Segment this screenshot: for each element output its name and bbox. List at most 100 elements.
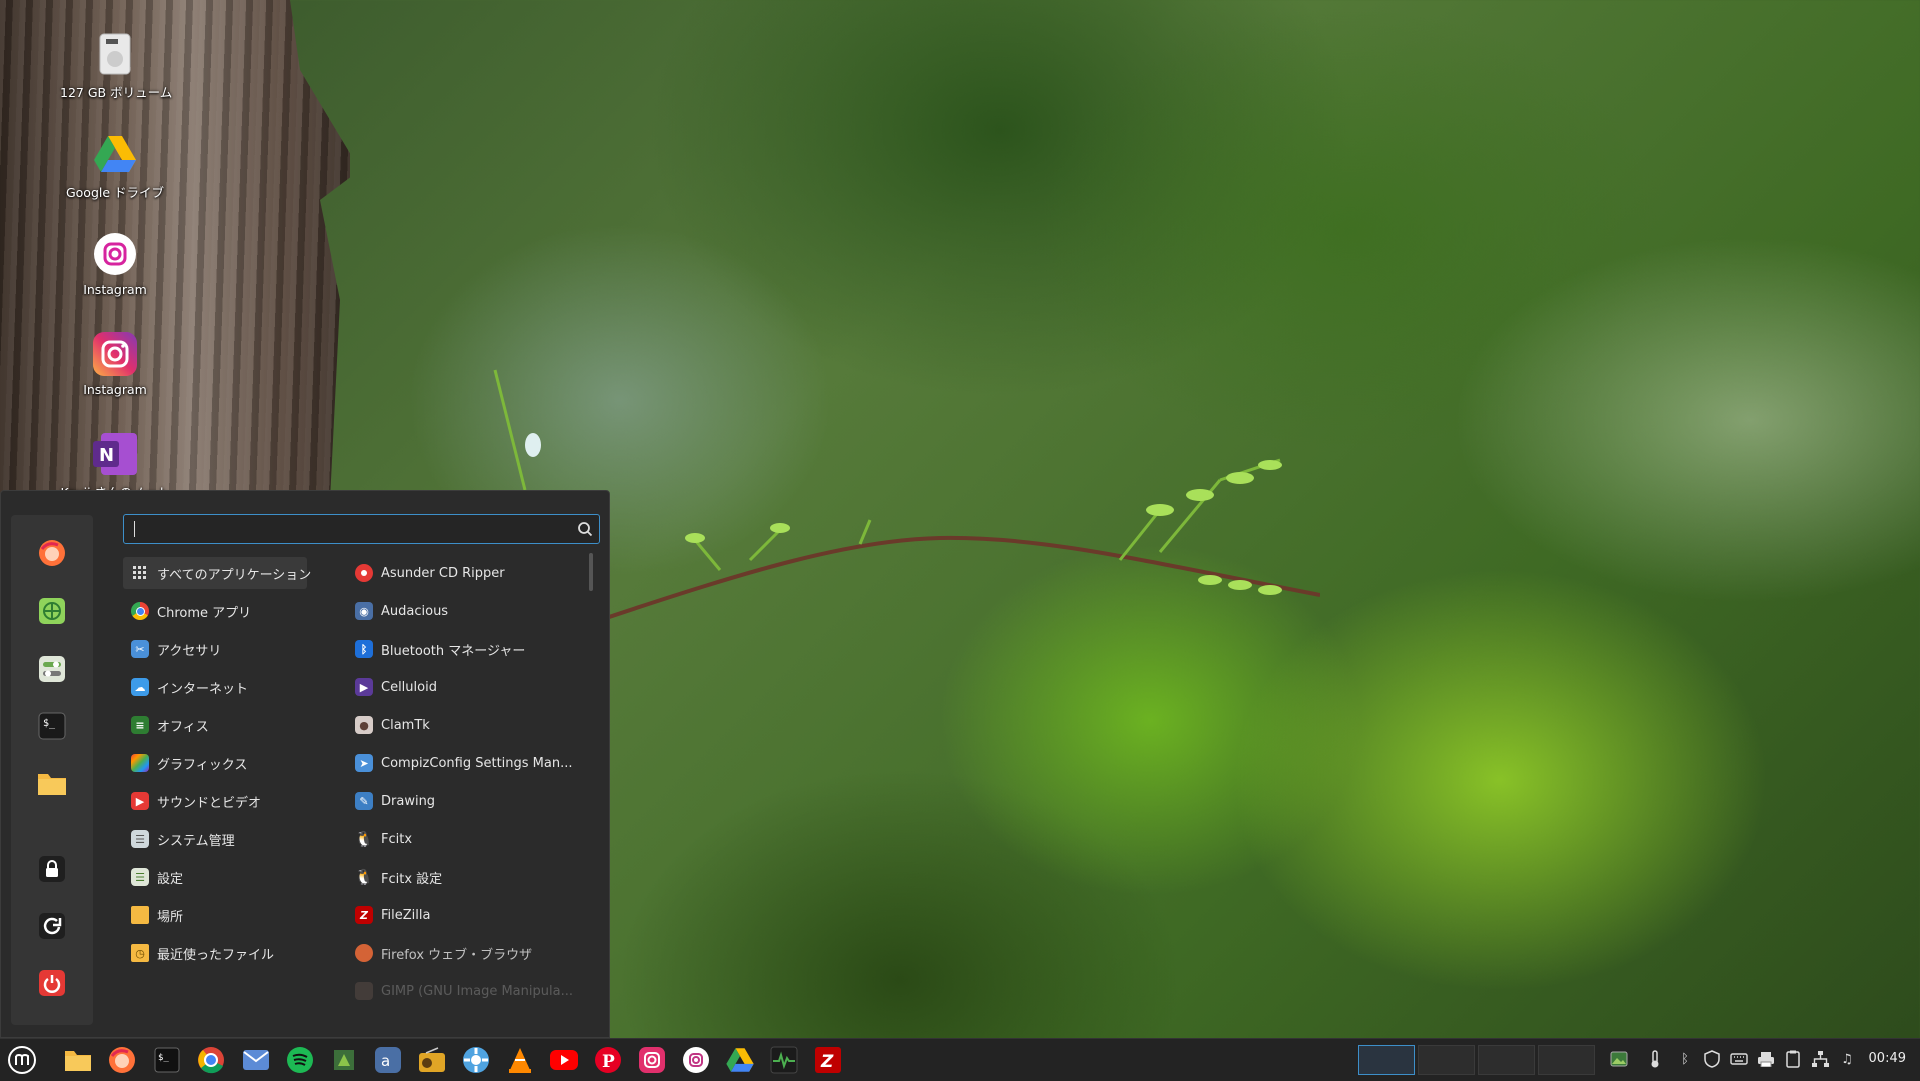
taskbar-settings-flower[interactable] [460, 1044, 492, 1076]
tray-bluetooth[interactable]: ᛒ [1676, 1050, 1694, 1068]
taskbar-chrome[interactable] [195, 1044, 227, 1076]
app-label: Fcitx 設定 [381, 871, 443, 887]
taskbar-puzzle-app[interactable] [328, 1044, 360, 1076]
tray-image-viewer[interactable] [1610, 1050, 1628, 1068]
app-label: Drawing [381, 793, 436, 809]
terminal-icon: $_ [38, 712, 66, 740]
taskbar-pinterest[interactable]: P [592, 1044, 624, 1076]
files-icon [65, 1051, 91, 1071]
fav-settings-button[interactable] [32, 649, 72, 689]
fav-files-button[interactable] [32, 763, 72, 803]
app-fcitx-settings[interactable]: 🐧 Fcitx 設定 [351, 861, 586, 893]
category-all-applications[interactable]: すべてのアプリケーション [123, 557, 311, 589]
category-label: 最近使ったファイル [157, 947, 275, 963]
category-chrome-apps[interactable]: Chrome アプリ [123, 595, 307, 627]
instagram-white-icon [683, 1047, 709, 1073]
tree-trunk [0, 0, 350, 500]
settings-flower-icon [463, 1047, 489, 1073]
taskbar-spotify[interactable] [284, 1044, 316, 1076]
tray-keyboard[interactable] [1730, 1050, 1748, 1068]
thermometer-icon [1651, 1050, 1659, 1068]
system-admin-icon: ☰ [131, 830, 149, 848]
taskbar-files[interactable] [62, 1044, 94, 1076]
desktop-icon-google-drive[interactable]: Google ドライブ [60, 130, 170, 201]
workspace-2[interactable] [1418, 1045, 1475, 1075]
tray-security[interactable] [1703, 1050, 1721, 1068]
logout-button[interactable] [32, 906, 72, 946]
taskbar-google-drive[interactable] [724, 1044, 756, 1076]
tray-clipboard[interactable] [1784, 1050, 1802, 1068]
app-asunder[interactable]: Asunder CD Ripper [351, 557, 586, 589]
search-input[interactable] [123, 514, 600, 544]
tray-temperature[interactable] [1646, 1050, 1664, 1068]
category-label: アクセサリ [157, 643, 222, 659]
workspace-4[interactable] [1538, 1045, 1595, 1075]
taskbar-firefox[interactable] [106, 1044, 138, 1076]
workspace-3[interactable] [1478, 1045, 1535, 1075]
app-compizconfig[interactable]: ➤ CompizConfig Settings Man... [351, 747, 586, 779]
app-filezilla[interactable]: Z FileZilla [351, 899, 586, 931]
taskbar-vlc[interactable] [504, 1044, 536, 1076]
settings-icon [39, 656, 65, 682]
filezilla-icon: Z [355, 906, 373, 924]
tray-sound[interactable]: ♫ [1838, 1050, 1856, 1068]
search-icon[interactable] [577, 521, 593, 537]
image-viewer-icon [1610, 1051, 1628, 1067]
taskbar-filezilla[interactable]: Z [812, 1044, 844, 1076]
taskbar-youtube[interactable] [548, 1044, 580, 1076]
category-system-admin[interactable]: ☰ システム管理 [123, 823, 307, 855]
desktop-icon-instagram[interactable]: Instagram [60, 330, 170, 397]
fav-chrome-apps-button[interactable] [32, 591, 72, 631]
bluetooth-icon: ᛒ [1681, 1051, 1689, 1067]
accessories-icon: ✂ [131, 640, 149, 658]
category-recent-files[interactable]: ◷ 最近使ったファイル [123, 937, 307, 969]
taskbar: $_ a P Z ᛒ ♫ 00:49 [0, 1038, 1920, 1081]
tray-printer[interactable] [1757, 1050, 1775, 1068]
app-celluloid[interactable]: ▶ Celluloid [351, 671, 586, 703]
app-bluetooth-manager[interactable]: ᛒ Bluetooth マネージャー [351, 633, 586, 665]
taskbar-instagram-web[interactable] [680, 1044, 712, 1076]
app-fcitx[interactable]: 🐧 Fcitx [351, 823, 586, 855]
fav-terminal-button[interactable]: $_ [32, 706, 72, 746]
taskbar-mail[interactable] [240, 1044, 272, 1076]
shutdown-button[interactable] [32, 963, 72, 1003]
category-settings[interactable]: ☰ 設定 [123, 861, 307, 893]
fcitx-icon: 🐧 [354, 830, 374, 848]
celluloid-icon: ▶ [355, 678, 373, 696]
category-internet[interactable]: ☁ インターネット [123, 671, 307, 703]
clock[interactable]: 00:49 [1869, 1051, 1906, 1066]
category-places[interactable]: 場所 [123, 899, 307, 931]
app-label: ClamTk [381, 717, 430, 733]
desktop-icon-volume[interactable]: 127 GB ボリューム [60, 30, 172, 101]
app-gimp[interactable]: GIMP (GNU Image Manipula... [351, 975, 586, 1007]
app-firefox[interactable]: Firefox ウェブ・ブラウザ [351, 937, 586, 969]
svg-text:$_: $_ [158, 1053, 169, 1063]
category-sound-video[interactable]: ▶ サウンドとビデオ [123, 785, 307, 817]
keyboard-icon [1730, 1053, 1748, 1065]
app-drawing[interactable]: ✎ Drawing [351, 785, 586, 817]
category-graphics[interactable]: グラフィックス [123, 747, 307, 779]
app-label: Firefox ウェブ・ブラウザ [381, 947, 533, 963]
bluetooth-icon: ᛒ [355, 640, 373, 658]
application-menu: $_ すべてのアプリケーション Chrome アプリ ✂ アクセサリ ☁ インタ… [0, 490, 610, 1038]
taskbar-terminal[interactable]: $_ [151, 1044, 183, 1076]
radio-icon [419, 1047, 445, 1072]
category-office[interactable]: ≡ オフィス [123, 709, 307, 741]
grid-icon [131, 564, 149, 582]
app-audacious[interactable]: ◉ Audacious [351, 595, 586, 627]
category-label: インターネット [157, 681, 249, 697]
app-clamtk[interactable]: ● ClamTk [351, 709, 586, 741]
taskbar-instagram[interactable] [636, 1044, 668, 1076]
tray-network[interactable] [1811, 1050, 1829, 1068]
fav-firefox-button[interactable] [32, 533, 72, 573]
taskbar-audacious[interactable]: a [372, 1044, 404, 1076]
desktop-icon-instagram-web[interactable]: Instagram [60, 230, 170, 297]
menu-button[interactable] [6, 1044, 38, 1076]
taskbar-system-monitor[interactable] [768, 1044, 800, 1076]
audacious-icon: a [375, 1047, 401, 1073]
taskbar-radio[interactable] [416, 1044, 448, 1076]
workspace-1[interactable] [1358, 1045, 1415, 1075]
app-list-scrollbar[interactable] [589, 553, 593, 591]
category-accessories[interactable]: ✂ アクセサリ [123, 633, 307, 665]
lock-screen-button[interactable] [32, 849, 72, 889]
